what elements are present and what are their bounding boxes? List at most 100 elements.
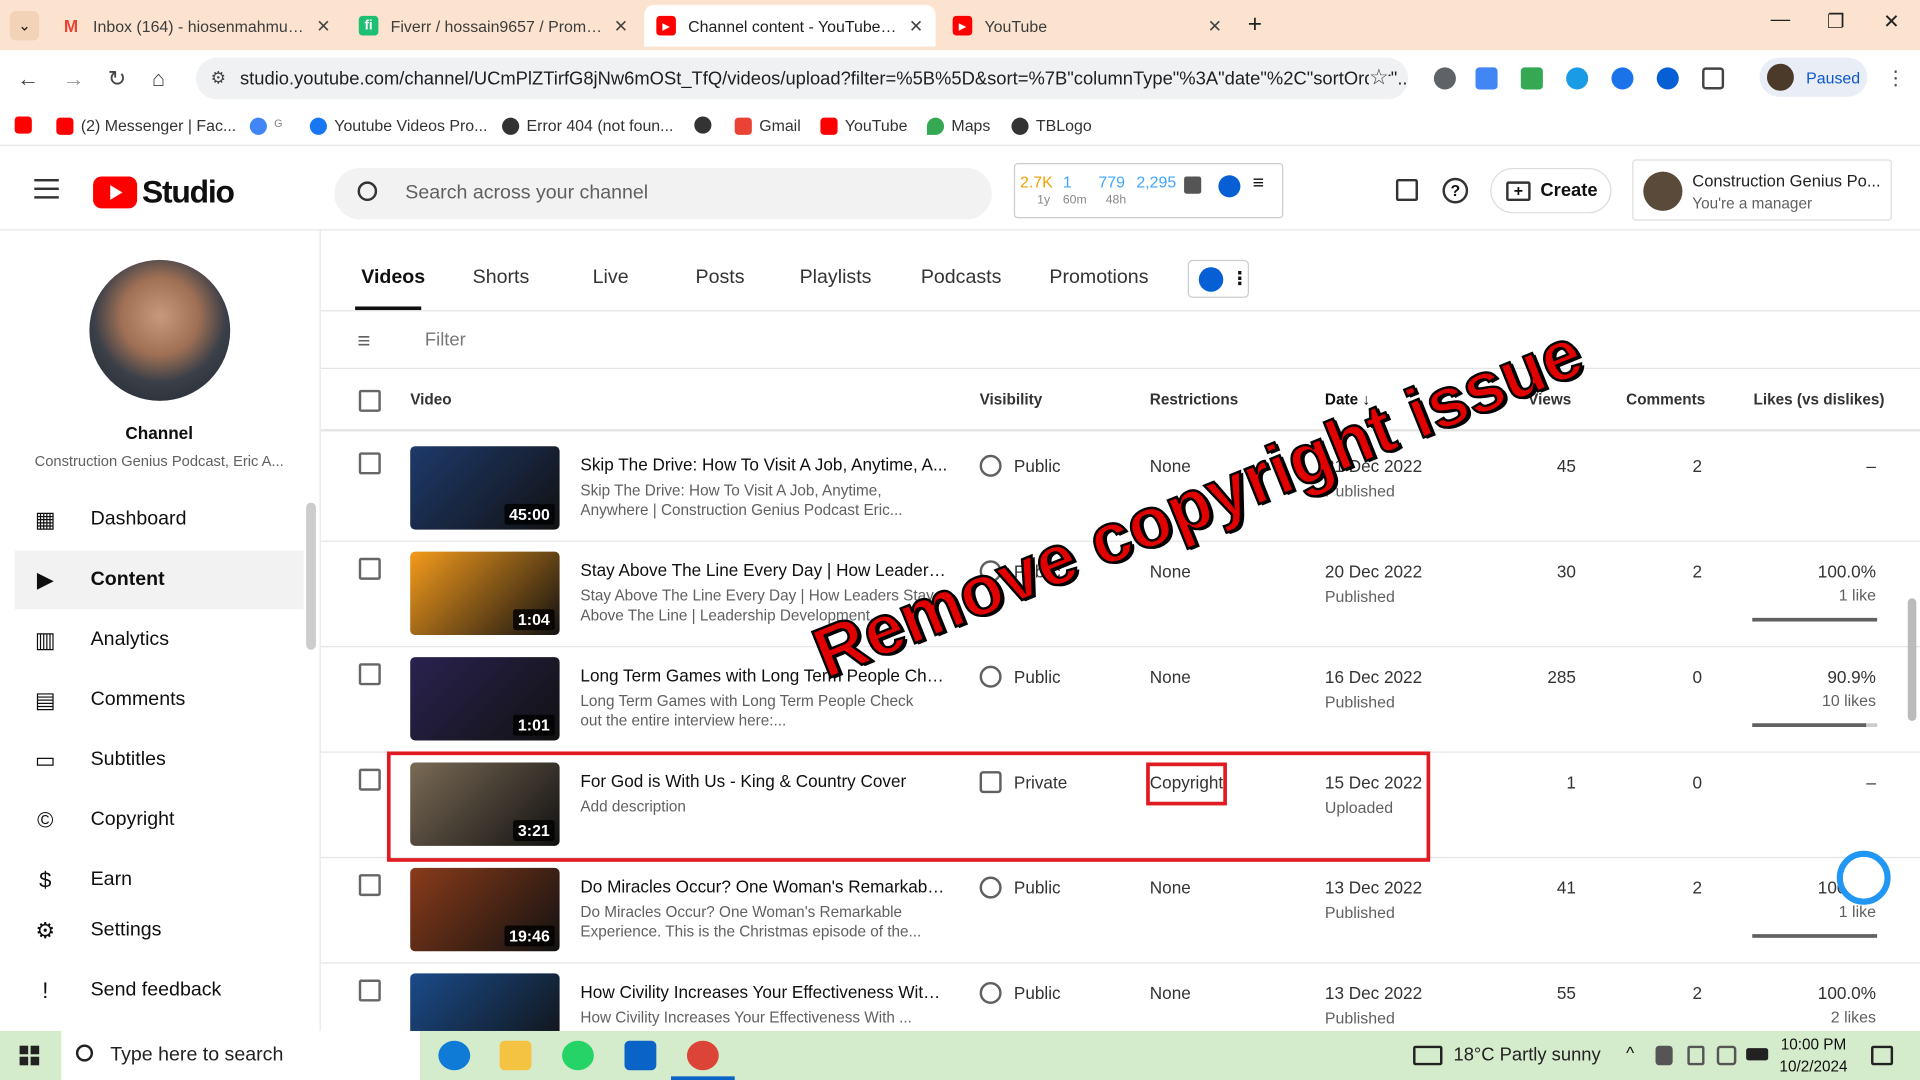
browser-menu-icon[interactable]: ⋮ (1886, 66, 1906, 91)
sidebar-item-subtitles[interactable]: ▭ Subtitles (15, 731, 304, 790)
windows-start-icon[interactable] (19, 1045, 40, 1066)
more-vert-icon[interactable]: ⋮ (1231, 267, 1249, 289)
video-thumbnail[interactable]: 19:46 (410, 867, 560, 952)
bookmark-tblogo[interactable]: TBLogo (1011, 116, 1092, 135)
visibility-cell[interactable]: Public (979, 981, 1061, 1005)
select-all-checkbox[interactable] (358, 389, 381, 412)
account-switcher[interactable]: Construction Genius Po... You're a manag… (1632, 159, 1892, 221)
bookmark-star-icon[interactable]: ☆ (1368, 64, 1389, 91)
sidebar-item-content[interactable]: ▶ Content (14, 550, 304, 610)
table-row[interactable]: 1:01 Long Term Games with Long Term Peopl… (320, 647, 1920, 753)
tab-live[interactable]: Live (593, 267, 629, 289)
mail-icon[interactable] (624, 1040, 657, 1071)
video-thumbnail[interactable]: 45:00 (410, 446, 560, 530)
browser-tab-youtube[interactable]: ▶ YouTube ✕ (940, 5, 1234, 47)
taskbar-search-input[interactable]: Type here to search (61, 1030, 421, 1080)
extension-icon[interactable] (1566, 67, 1589, 90)
address-bar[interactable]: ⚙ studio.youtube.com/channel/UCmPlZTirfG… (195, 57, 1409, 100)
sidebar-item-feedback[interactable]: ! Send feedback (15, 961, 304, 1020)
reload-icon[interactable]: ↻ (108, 66, 126, 92)
video-thumbnail[interactable]: 1:01 (410, 657, 560, 741)
network-icon[interactable] (1716, 1045, 1737, 1066)
row-checkbox[interactable] (358, 979, 381, 1002)
tab-podcasts[interactable]: Podcasts (921, 267, 1002, 289)
visibility-cell[interactable]: Public (979, 665, 1061, 688)
visibility-cell[interactable]: Public (979, 454, 1061, 477)
hamburger-menu-icon[interactable] (34, 178, 59, 199)
extension-icon[interactable] (1433, 67, 1456, 90)
restore-button[interactable]: ❐ (1827, 10, 1845, 35)
edge-icon[interactable] (438, 1040, 471, 1071)
extension-icon[interactable] (1611, 67, 1634, 90)
minimize-button[interactable]: — (1771, 10, 1791, 32)
row-checkbox[interactable] (358, 768, 381, 791)
vidiq-tab-button[interactable]: ⋮ (1187, 259, 1249, 298)
sidebar-item-analytics[interactable]: ▥ Analytics (15, 610, 304, 669)
row-checkbox[interactable] (358, 663, 381, 686)
filter-icon[interactable]: ≡ (358, 329, 371, 355)
notification-icon[interactable] (1871, 1045, 1894, 1066)
forward-arrow-icon[interactable]: → (62, 66, 84, 92)
menu-lines-icon[interactable]: ≡ (1253, 173, 1264, 195)
bookmark-gmail[interactable]: Gmail (734, 116, 801, 135)
row-checkbox[interactable] (358, 557, 381, 580)
floating-assistant-icon[interactable] (1836, 850, 1891, 905)
file-explorer-icon[interactable] (499, 1040, 532, 1071)
site-info-icon[interactable]: ⚙ (211, 67, 226, 88)
tab-promotions[interactable]: Promotions (1049, 267, 1148, 289)
sidebar-scrollbar[interactable] (306, 502, 316, 650)
battery-icon[interactable] (1746, 1048, 1769, 1061)
device-icon[interactable] (1687, 1045, 1705, 1066)
tab-playlists[interactable]: Playlists (800, 267, 872, 289)
row-checkbox[interactable] (358, 874, 381, 897)
vidiq-stats-widget[interactable]: 2.7K 1y 1 60m 779 48h 2,295 ≡ (1013, 163, 1284, 219)
home-icon[interactable]: ⌂ (152, 66, 165, 92)
close-icon[interactable]: ✕ (1208, 15, 1222, 36)
vidiq-icon[interactable] (1218, 175, 1241, 198)
whatsapp-icon[interactable] (562, 1040, 594, 1071)
vidiq-icon[interactable] (1656, 67, 1679, 90)
row-checkbox[interactable] (358, 452, 381, 475)
chrome-icon[interactable] (686, 1040, 719, 1071)
tab-videos[interactable]: Videos (361, 267, 425, 289)
sidebar-item-dashboard[interactable]: ▦ Dashboard (15, 490, 304, 549)
close-icon[interactable]: ✕ (614, 15, 628, 36)
video-title[interactable]: Do Miracles Occur? One Woman's Remarkabl… (580, 877, 947, 897)
bar-chart-icon[interactable] (1184, 176, 1202, 194)
sidebar-item-comments[interactable]: ▤ Comments (15, 671, 304, 730)
tab-posts[interactable]: Posts (696, 267, 745, 289)
channel-avatar[interactable] (89, 259, 231, 401)
browser-tab-gmail[interactable]: M Inbox (164) - hiosenmahmud@ ✕ (49, 5, 343, 47)
sidebar-item-settings[interactable]: ⚙ Settings (15, 901, 304, 960)
channel-search-input[interactable]: Search across your channel (334, 167, 992, 220)
bookmark-globe[interactable] (694, 116, 718, 134)
browser-tab-fiverr[interactable]: fi Fiverr / hossain9657 / Promote ✕ (347, 5, 641, 47)
back-arrow-icon[interactable]: ← (17, 66, 39, 92)
keyboard-icon[interactable] (1413, 1045, 1443, 1066)
help-icon[interactable]: ? (1442, 177, 1469, 204)
window-close-button[interactable]: ✕ (1883, 10, 1899, 35)
sidebar-item-copyright[interactable]: © Copyright (15, 791, 304, 850)
video-title[interactable]: How Civility Increases Your Effectivenes… (580, 982, 947, 1002)
tab-shorts[interactable]: Shorts (473, 267, 530, 289)
bookmark-youtube[interactable]: YouTube (820, 116, 907, 135)
bookmark-google[interactable]: ᴳ (249, 116, 282, 135)
visibility-cell[interactable]: Public (979, 876, 1061, 899)
close-icon[interactable]: ✕ (316, 15, 330, 36)
tab-search-button[interactable]: ⌄ (9, 11, 40, 41)
bookmark-youtube-red[interactable] (14, 116, 39, 134)
download-icon[interactable] (1520, 67, 1543, 90)
weather-text[interactable]: 18°C Partly sunny (1453, 1044, 1600, 1065)
studio-logo[interactable]: Studio (93, 173, 235, 211)
chevron-up-icon[interactable]: ^ (1626, 1043, 1634, 1063)
bookmark-youtube-videos[interactable]: Youtube Videos Pro... (309, 116, 487, 135)
bookmark-maps[interactable]: Maps (926, 116, 990, 135)
taskbar-clock[interactable]: 10:00 PM 10/2/2024 (1776, 1036, 1852, 1075)
video-title[interactable]: Stay Above The Line Every Day | How Lead… (580, 560, 947, 580)
close-icon[interactable]: ✕ (909, 15, 923, 36)
security-icon[interactable] (1655, 1045, 1673, 1066)
table-row[interactable]: 19:46 Do Miracles Occur? One Woman's Rema… (320, 858, 1920, 964)
table-scrollbar[interactable] (1907, 598, 1917, 721)
create-button[interactable]: + Create (1490, 167, 1612, 214)
translate-icon[interactable] (1475, 67, 1498, 90)
